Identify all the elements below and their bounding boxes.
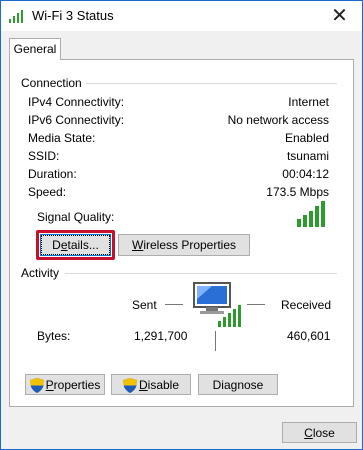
ipv6-value: No network access xyxy=(227,113,329,127)
signal-strength-icon xyxy=(297,201,325,227)
wireless-properties-button[interactable]: Wireless Properties xyxy=(118,234,250,256)
properties-label-accesskey: P xyxy=(45,378,54,392)
wireless-label-rest: ireless Properties xyxy=(143,238,237,252)
network-computer-icon xyxy=(193,282,241,327)
close-window-button[interactable]: ✕ xyxy=(317,1,362,31)
window-title: Wi-Fi 3 Status xyxy=(32,8,114,23)
properties-button[interactable]: Properties xyxy=(25,374,105,395)
received-line xyxy=(247,304,265,305)
bytes-received-value: 460,601 xyxy=(287,329,331,343)
received-label: Received xyxy=(281,298,332,312)
ipv4-row: IPv4 Connectivity: Internet xyxy=(28,95,329,111)
ipv6-label: IPv6 Connectivity: xyxy=(28,113,125,127)
speed-label: Speed: xyxy=(28,185,67,199)
ssid-value: tsunami xyxy=(286,149,329,163)
sent-label: Sent xyxy=(132,298,157,312)
sent-line xyxy=(165,304,183,305)
details-focus-rect xyxy=(41,235,110,255)
close-button[interactable]: Close xyxy=(282,422,357,443)
ipv4-value: Internet xyxy=(288,95,329,109)
wireless-label-accesskey: W xyxy=(131,238,144,252)
properties-label-rest: roperties xyxy=(53,378,101,392)
ipv4-label: IPv4 Connectivity: xyxy=(28,95,125,109)
media-state-label: Media State: xyxy=(28,131,96,145)
signal-quality-label: Signal Quality: xyxy=(37,210,115,224)
media-state-row: Media State: Enabled xyxy=(28,131,329,147)
activity-divider xyxy=(65,273,337,274)
bytes-label: Bytes: xyxy=(37,329,71,343)
connection-divider xyxy=(79,83,337,84)
connection-section-label: Connection xyxy=(21,76,86,90)
activity-section-label: Activity xyxy=(21,266,64,280)
media-state-value: Enabled xyxy=(284,131,329,145)
diagnose-button[interactable]: Diagnose xyxy=(198,374,278,395)
bytes-sent-value: 1,291,700 xyxy=(134,329,188,343)
speed-value: 173.5 Mbps xyxy=(266,185,329,199)
tab-general[interactable]: General xyxy=(9,38,61,60)
wifi-signal-icon xyxy=(9,10,23,23)
title-bar[interactable]: Wi-Fi 3 Status ✕ xyxy=(1,1,362,31)
disable-label-accesskey: D xyxy=(138,378,148,392)
duration-label: Duration: xyxy=(28,167,77,181)
ipv6-row: IPv6 Connectivity: No network access xyxy=(28,113,329,129)
duration-value: 00:04:12 xyxy=(282,167,329,181)
status-window: Wi-Fi 3 Status ✕ General Connection IPv4… xyxy=(0,0,363,450)
disable-button[interactable]: Disable xyxy=(111,374,191,395)
activity-divider-vertical xyxy=(215,331,216,351)
shield-icon xyxy=(29,378,44,394)
ssid-row: SSID: tsunami xyxy=(28,149,329,165)
disable-label-rest: isable xyxy=(147,378,180,392)
close-label-accesskey: C xyxy=(304,426,313,440)
ssid-label: SSID: xyxy=(28,149,60,163)
duration-row: Duration: 00:04:12 xyxy=(28,167,329,183)
speed-row: Speed: 173.5 Mbps xyxy=(28,185,329,201)
shield-icon xyxy=(122,378,137,394)
close-label-rest: lose xyxy=(312,426,335,440)
